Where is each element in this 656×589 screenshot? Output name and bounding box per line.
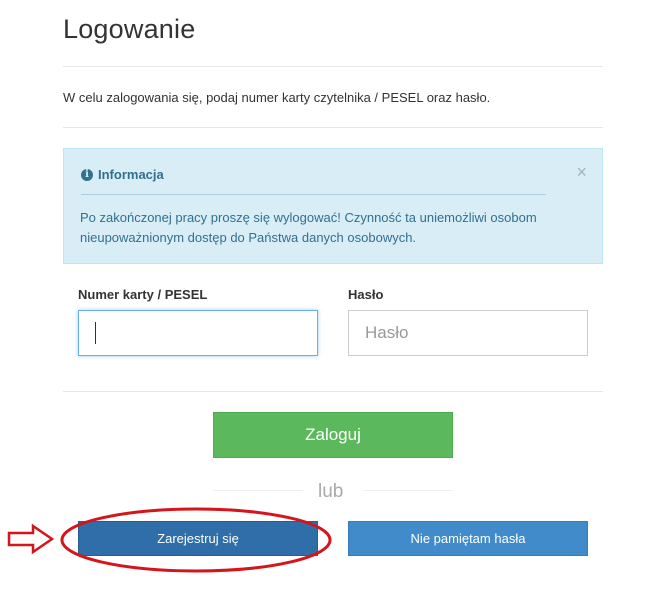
card-number-input[interactable] [78, 310, 318, 356]
info-circle-icon: i [81, 168, 93, 181]
card-number-label: Numer karty / PESEL [78, 287, 208, 302]
register-button[interactable]: Zarejestruj się [78, 521, 318, 556]
red-arrow-icon [7, 523, 55, 555]
info-alert-header: i Informacja [81, 167, 164, 182]
info-alert-title: Informacja [98, 167, 164, 182]
close-icon[interactable]: × [576, 163, 587, 181]
login-instructions: W celu zalogowania się, podaj numer kart… [63, 90, 491, 105]
password-input[interactable] [348, 310, 588, 356]
login-button[interactable]: Zaloguj [213, 412, 453, 458]
form-divider [63, 391, 603, 392]
info-alert-text: Po zakończonej pracy proszę się wylogowa… [80, 210, 537, 245]
text-caret [95, 322, 96, 344]
info-alert: i Informacja × Po zakończonej pracy pros… [63, 148, 603, 264]
or-separator-text: lub [318, 481, 344, 502]
password-label: Hasło [348, 287, 384, 302]
or-line-left [213, 490, 303, 491]
or-line-right [363, 490, 453, 491]
title-divider [63, 66, 603, 67]
page-title: Logowanie [63, 14, 196, 44]
forgot-password-button[interactable]: Nie pamiętam hasła [348, 521, 588, 556]
intro-divider [63, 127, 603, 128]
info-alert-divider [81, 194, 546, 195]
